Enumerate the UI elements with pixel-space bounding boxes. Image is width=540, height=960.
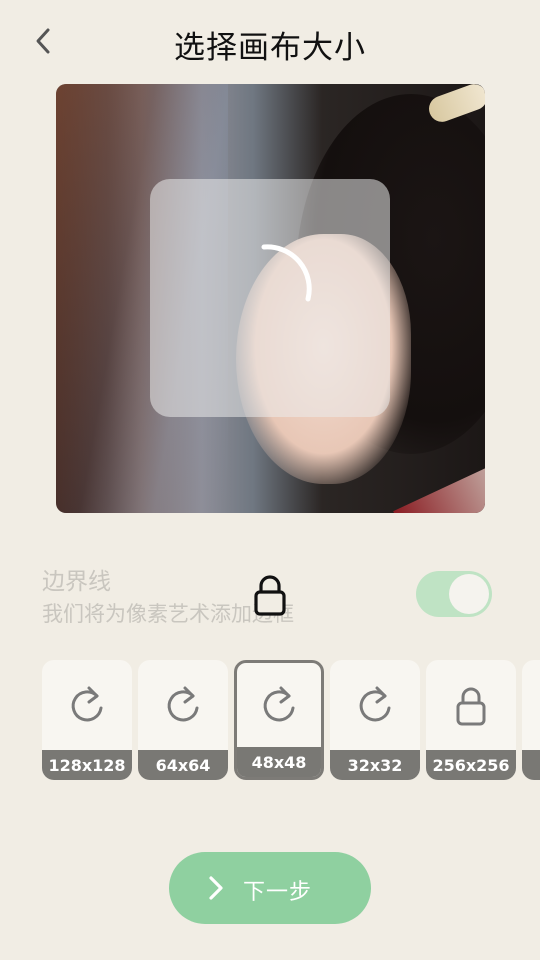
next-button-label: 下一步	[243, 880, 313, 905]
size-option-32[interactable]: 32x32	[330, 660, 420, 780]
size-options-list: 128x128 64x64 48x48 32x32 256x256	[42, 660, 540, 780]
size-label: 32x32	[330, 750, 420, 780]
refresh-icon	[167, 686, 199, 722]
size-label: 64x64	[138, 750, 228, 780]
chevron-right-icon	[209, 876, 223, 900]
size-option-48[interactable]: 48x48	[234, 660, 324, 780]
lock-icon	[456, 687, 486, 726]
next-button[interactable]: 下一步	[169, 852, 371, 924]
refresh-icon	[359, 686, 391, 722]
size-label: 48x48	[237, 747, 321, 777]
size-option-64[interactable]: 64x64	[138, 660, 228, 780]
size-label	[522, 750, 540, 780]
image-preview	[56, 84, 485, 513]
size-label: 256x256	[426, 750, 516, 780]
refresh-icon	[71, 686, 103, 722]
refresh-icon	[263, 686, 295, 722]
page-title: 选择画布大小	[174, 30, 366, 66]
toggle-knob	[449, 574, 489, 614]
size-option-128[interactable]: 128x128	[42, 660, 132, 780]
loading-spinner-icon	[261, 244, 312, 302]
border-option-title: 边界线	[42, 569, 111, 595]
size-option-partial[interactable]	[522, 660, 540, 780]
lock-icon	[254, 575, 286, 616]
canvas-size-screen: 选择画布大小 边界线 我们将为像素艺术添加边框 128x128 64x64 48…	[0, 0, 540, 960]
size-label: 128x128	[42, 750, 132, 780]
loading-overlay	[150, 179, 390, 417]
border-toggle[interactable]	[416, 571, 492, 617]
size-option-256[interactable]: 256x256	[426, 660, 516, 780]
